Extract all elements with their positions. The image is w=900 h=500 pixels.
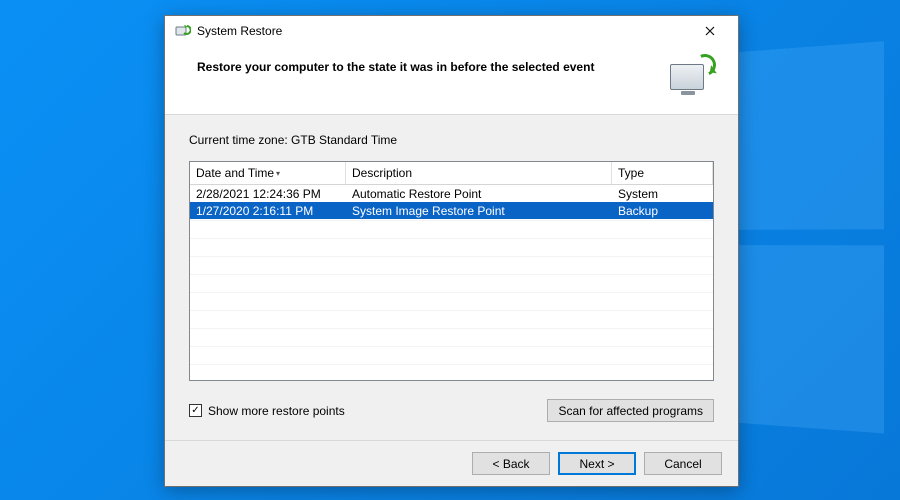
cell-type: System [612, 187, 713, 201]
wizard-content: Current time zone: GTB Standard Time Dat… [165, 115, 738, 440]
table-row[interactable]: 1/27/2020 2:16:11 PMSystem Image Restore… [190, 202, 713, 219]
cell-datetime: 1/27/2020 2:16:11 PM [190, 204, 346, 218]
list-header: Date and Time ▾ Description Type [190, 162, 713, 185]
page-heading: Restore your computer to the state it wa… [197, 56, 594, 74]
close-button[interactable] [688, 17, 732, 45]
cell-type: Backup [612, 204, 713, 218]
scan-affected-button[interactable]: Scan for affected programs [547, 399, 714, 422]
sort-caret-icon: ▾ [276, 169, 280, 178]
cell-datetime: 2/28/2021 12:24:36 PM [190, 187, 346, 201]
col-header-type[interactable]: Type [612, 162, 713, 184]
wizard-footer: < Back Next > Cancel [165, 440, 738, 486]
col-header-datetime[interactable]: Date and Time ▾ [190, 162, 346, 184]
system-restore-dialog: System Restore Restore your computer to … [164, 15, 739, 487]
list-body: 2/28/2021 12:24:36 PMAutomatic Restore P… [190, 185, 713, 380]
cell-description: System Image Restore Point [346, 204, 612, 218]
col-header-datetime-label: Date and Time [196, 166, 274, 180]
system-restore-icon [175, 23, 191, 39]
cancel-button[interactable]: Cancel [644, 452, 722, 475]
show-more-checkbox[interactable]: ✓ Show more restore points [189, 404, 345, 418]
restore-points-list[interactable]: Date and Time ▾ Description Type 2/28/20… [189, 161, 714, 381]
show-more-label: Show more restore points [208, 404, 345, 418]
window-title: System Restore [197, 24, 688, 38]
back-button[interactable]: < Back [472, 452, 550, 475]
col-header-description[interactable]: Description [346, 162, 612, 184]
cell-description: Automatic Restore Point [346, 187, 612, 201]
table-row[interactable]: 2/28/2021 12:24:36 PMAutomatic Restore P… [190, 185, 713, 202]
below-list-row: ✓ Show more restore points Scan for affe… [189, 399, 714, 422]
restore-hero-icon [666, 56, 714, 98]
timezone-label: Current time zone: GTB Standard Time [189, 133, 714, 147]
next-button[interactable]: Next > [558, 452, 636, 475]
wizard-header: Restore your computer to the state it wa… [165, 46, 738, 115]
titlebar: System Restore [165, 16, 738, 46]
checkbox-icon: ✓ [189, 404, 202, 417]
